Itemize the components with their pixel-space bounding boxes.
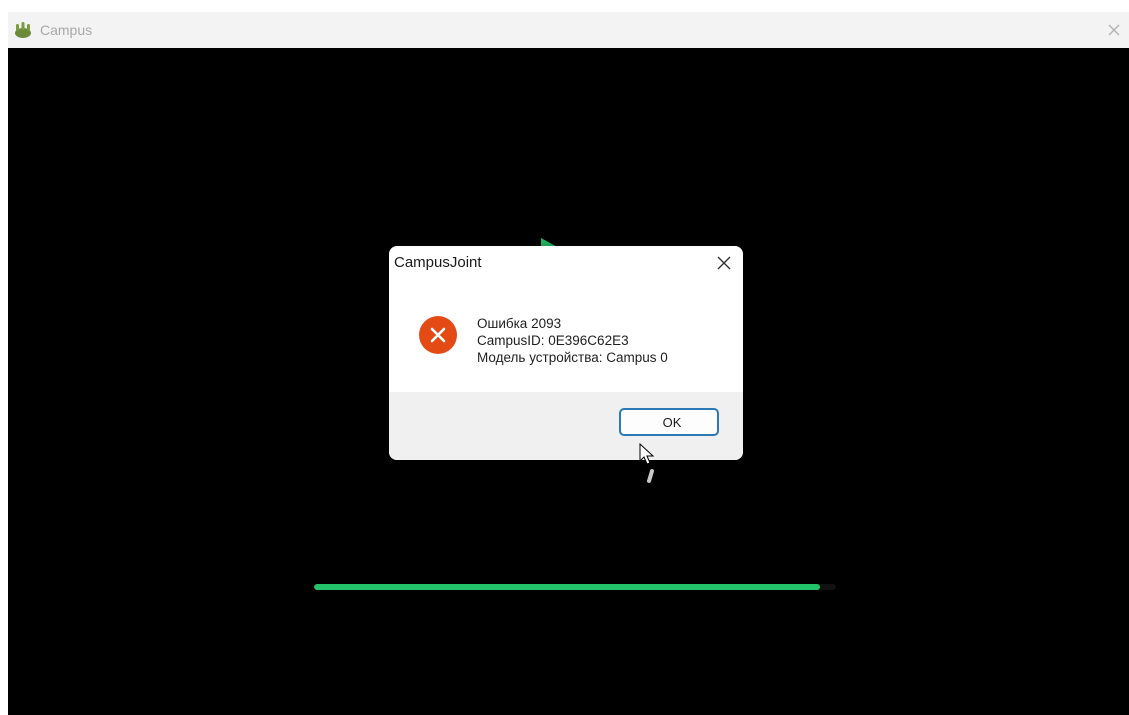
campus-id-line: CampusID: 0E396C62E3 xyxy=(477,333,629,348)
close-icon xyxy=(1108,24,1120,36)
window-title: Campus xyxy=(40,22,93,38)
close-icon xyxy=(717,256,731,270)
mouse-pointer-icon xyxy=(638,442,660,497)
device-model-line: Модель устройства: Campus 0 xyxy=(477,350,668,365)
dialog-close-button[interactable] xyxy=(713,252,735,274)
ok-button[interactable]: OK xyxy=(619,408,719,436)
error-dialog: CampusJoint Ошибка 2093 CampusID: 0E396C… xyxy=(389,246,743,460)
dialog-title: CampusJoint xyxy=(394,254,482,271)
loading-progress-bar xyxy=(314,584,836,590)
window-titlebar: Campus xyxy=(8,12,1129,48)
window-close-button[interactable] xyxy=(1105,21,1123,39)
dialog-footer: OK xyxy=(389,392,743,460)
error-message: Ошибка 2093 CampusID: 0E396C62E3 Модель … xyxy=(477,315,668,366)
campus-app-icon xyxy=(12,19,34,41)
error-icon xyxy=(419,316,457,354)
dialog-header: CampusJoint xyxy=(389,246,743,280)
error-code-line: Ошибка 2093 xyxy=(477,316,562,331)
loading-progress-fill xyxy=(314,584,821,590)
